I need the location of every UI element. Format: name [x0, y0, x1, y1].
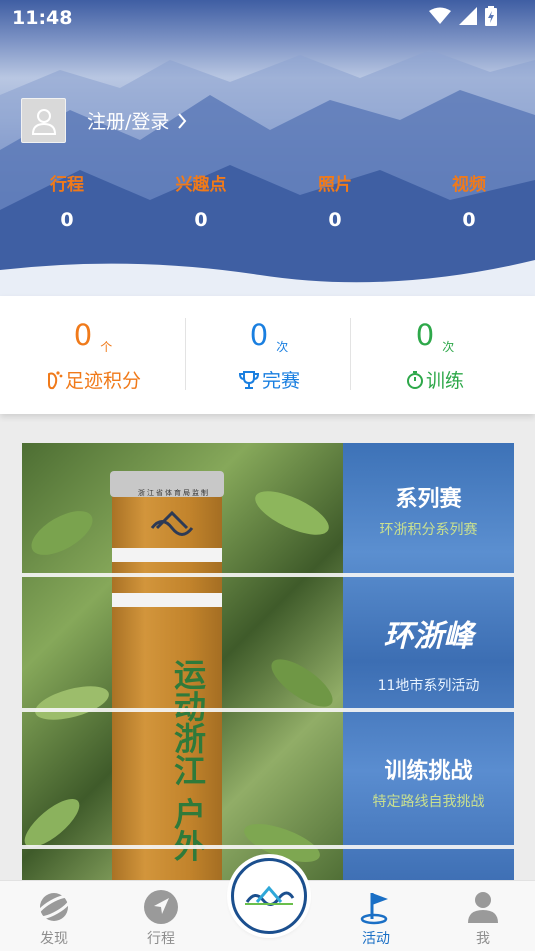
mountain-background: [0, 50, 535, 300]
post-plaque-text: 浙江省体育局监制: [138, 489, 210, 497]
stat-label: 行程: [50, 175, 84, 195]
person-icon: [31, 108, 56, 135]
stat-value: 0: [462, 209, 476, 231]
activity-subtitle: 11地市系列活动: [377, 678, 480, 694]
center-logo-button[interactable]: [231, 858, 307, 934]
races-value: 0: [249, 318, 269, 352]
stat-videos[interactable]: 视频 0: [424, 170, 514, 231]
flag-icon: [360, 893, 388, 925]
stopwatch-icon: [406, 370, 423, 389]
stat-photos[interactable]: 照片 0: [290, 170, 380, 231]
wifi-icon: [429, 7, 451, 24]
tab-me[interactable]: 我: [443, 881, 523, 951]
stat-label: 照片: [318, 175, 352, 195]
separator: [22, 708, 514, 712]
footprint-unit: 个: [100, 340, 113, 354]
activity-series[interactable]: 系列赛 环浙积分系列赛: [343, 481, 514, 539]
tab-discover[interactable]: 发现: [14, 881, 94, 951]
planet-icon: [36, 893, 72, 921]
separator: [22, 573, 514, 577]
activity-title: 系列赛: [395, 487, 462, 512]
cell-signal-icon: [459, 7, 477, 25]
tab-label: 我: [476, 931, 490, 947]
score-card: 0个 足迹积分 0次 完赛 0次 训练: [0, 296, 535, 414]
stat-label: 视频: [452, 175, 486, 195]
footprint-label: 足迹积分: [64, 370, 141, 392]
profile-header: 11:48 注册/登录 行程 0 兴趣点 0 照片 0 视频 0: [0, 0, 535, 300]
activity-peaks[interactable]: 环浙峰 11地市系列活动: [343, 611, 514, 695]
avatar[interactable]: [21, 98, 66, 143]
separator: [22, 845, 514, 849]
training-unit: 次: [442, 340, 455, 354]
footprint-icon: [47, 370, 63, 389]
tab-label: 行程: [147, 931, 175, 947]
person-icon: [468, 892, 498, 923]
activity-subtitle: 环浙积分系列赛: [379, 522, 478, 538]
post-vertical-text: 运动浙江 户外: [169, 658, 207, 862]
login-label: 注册/登录: [87, 111, 170, 133]
activity-subtitle: 特定路线自我挑战: [372, 794, 485, 810]
trail-post-photo: 浙江省体育局监制 运动浙江 户外: [22, 443, 344, 880]
status-time: 11:48: [12, 7, 73, 29]
chevron-right-icon: [178, 112, 187, 129]
mountain-logo-icon: [245, 885, 295, 906]
battery-icon: [485, 6, 497, 26]
stat-trips[interactable]: 行程 0: [22, 170, 112, 231]
activity-title: 训练挑战: [384, 759, 473, 784]
races-label: 完赛: [261, 370, 300, 392]
activity-title: 环浙峰: [383, 619, 474, 654]
tab-label: 发现: [40, 931, 68, 947]
training-value: 0: [415, 318, 435, 352]
activity-training[interactable]: 训练挑战 特定路线自我挑战: [343, 753, 514, 811]
status-bar: 11:48: [0, 0, 535, 36]
footprint-points[interactable]: 0个 足迹积分: [4, 296, 182, 414]
tab-activities[interactable]: 活动: [336, 881, 416, 951]
stat-label: 兴趣点: [175, 175, 227, 195]
tab-trips[interactable]: 行程: [121, 881, 201, 951]
training-count[interactable]: 0次 训练: [346, 296, 524, 414]
trophy-icon: [238, 370, 259, 389]
login-link[interactable]: 注册/登录: [87, 107, 187, 134]
stat-poi[interactable]: 兴趣点 0: [156, 170, 246, 231]
stat-value: 0: [328, 209, 342, 231]
completed-races[interactable]: 0次 完赛: [180, 296, 358, 414]
stat-value: 0: [60, 209, 74, 231]
training-label: 训练: [425, 370, 464, 392]
footprint-value: 0: [73, 318, 93, 352]
navigation-icon: [144, 890, 178, 924]
activity-banner: 浙江省体育局监制 运动浙江 户外 系列赛 环浙积分系列赛 环浙峰 11地市系列活…: [22, 443, 514, 880]
tab-label: 活动: [362, 931, 390, 947]
stat-value: 0: [194, 209, 208, 231]
races-unit: 次: [276, 340, 289, 354]
